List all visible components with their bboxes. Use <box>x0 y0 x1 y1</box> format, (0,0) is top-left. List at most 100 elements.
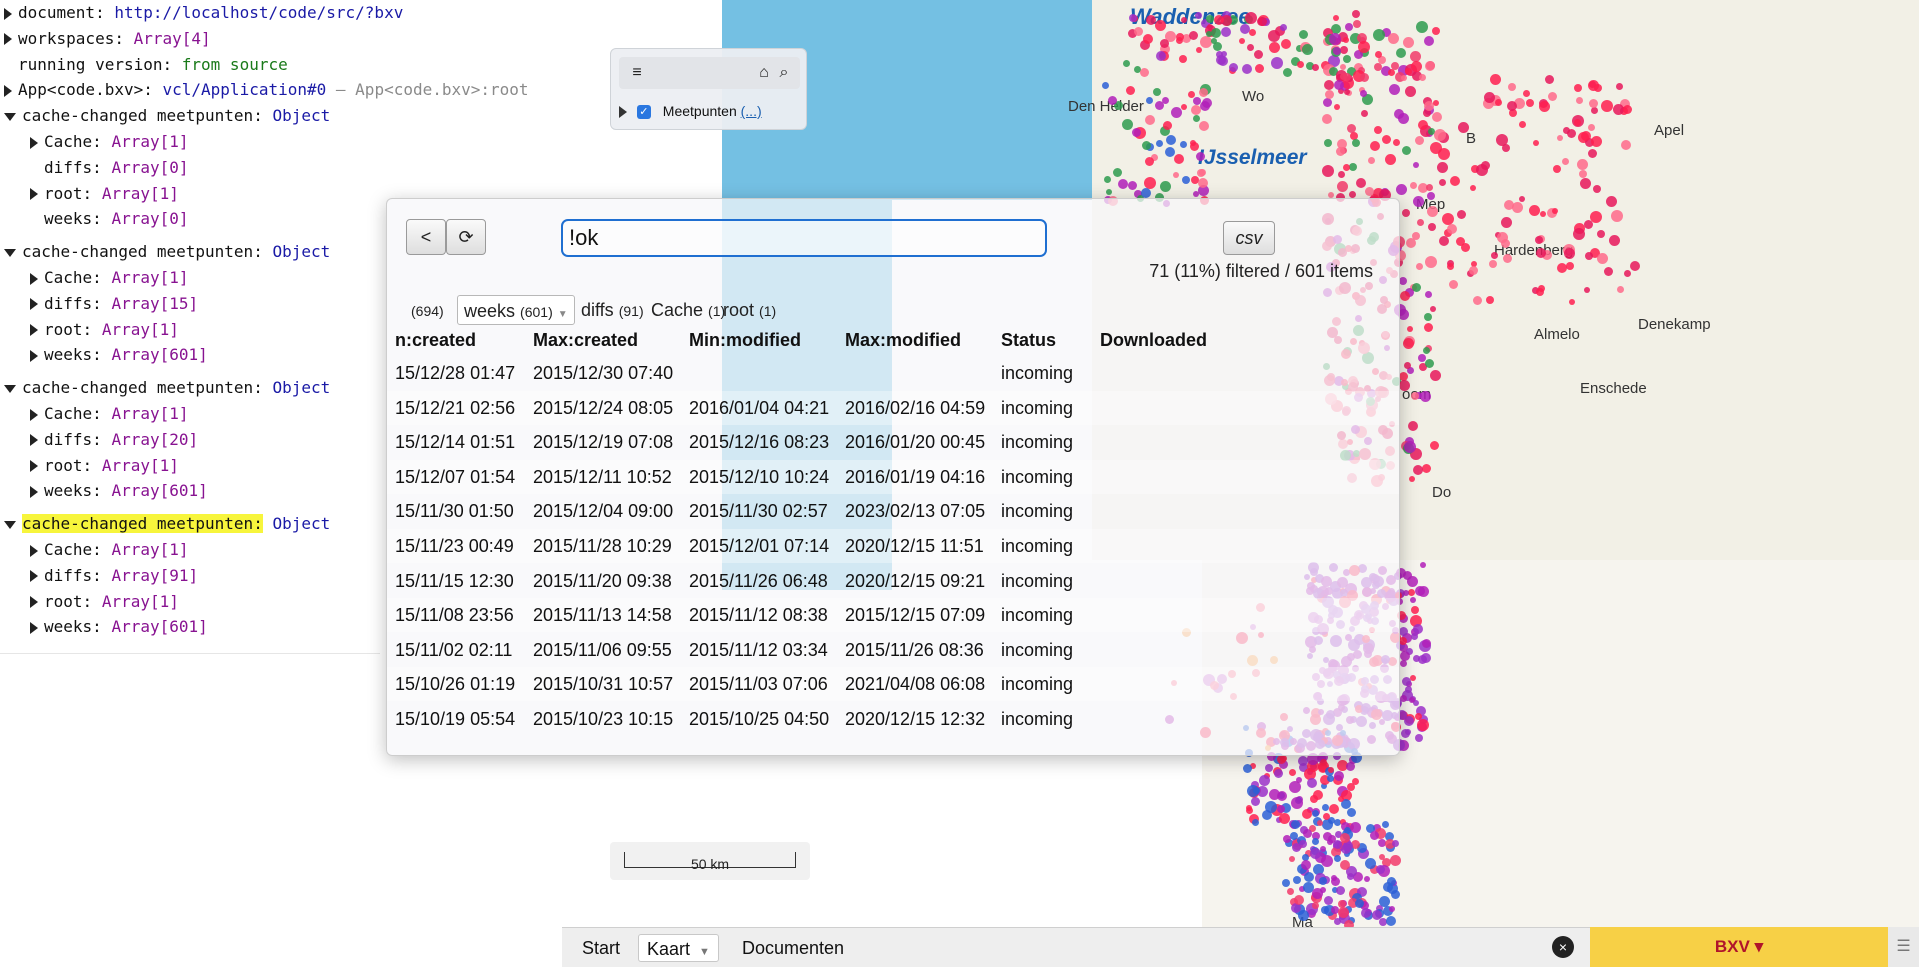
measurement-point[interactable] <box>1327 766 1334 773</box>
console-child[interactable]: diffs: Array[0] <box>30 156 189 180</box>
measurement-point[interactable] <box>1287 887 1294 895</box>
measurement-point[interactable] <box>1332 46 1341 55</box>
column-header[interactable]: Max:modified <box>845 325 961 355</box>
measurement-point[interactable] <box>1323 97 1333 107</box>
measurement-point[interactable] <box>1401 676 1411 686</box>
measurement-point[interactable] <box>1198 121 1209 132</box>
measurement-point[interactable] <box>1590 210 1603 223</box>
measurement-point[interactable] <box>1381 134 1391 144</box>
expand-icon[interactable] <box>30 324 38 337</box>
measurement-point[interactable] <box>1391 839 1399 847</box>
measurement-point[interactable] <box>1126 85 1136 95</box>
measurement-point[interactable] <box>1262 809 1273 820</box>
measurement-point[interactable] <box>1320 905 1329 914</box>
measurement-point[interactable] <box>1468 266 1478 276</box>
measurement-point[interactable] <box>1536 247 1547 258</box>
measurement-point[interactable] <box>1448 279 1458 289</box>
console-child[interactable]: diffs: Array[91] <box>30 564 198 588</box>
measurement-point[interactable] <box>1336 181 1348 193</box>
measurement-point[interactable] <box>1535 235 1544 244</box>
measurement-point[interactable] <box>1588 123 1596 131</box>
measurement-point[interactable] <box>1442 212 1454 225</box>
measurement-point[interactable] <box>1399 650 1410 661</box>
console-value[interactable]: Array[15] <box>111 294 198 313</box>
measurement-point[interactable] <box>1293 895 1304 906</box>
measurement-point[interactable] <box>1297 909 1309 921</box>
table-row[interactable]: 15/12/21 02:56 2015/12/24 08:05 2016/01/04… <box>387 390 1399 425</box>
console-value[interactable]: Array[91] <box>111 566 198 585</box>
measurement-point[interactable] <box>1446 263 1454 270</box>
measurement-point[interactable] <box>1220 27 1231 38</box>
console-value[interactable]: http://localhost/code/src/?bxv <box>114 3 403 22</box>
dialog-tab[interactable]: Cache (1) <box>651 295 725 325</box>
measurement-point[interactable] <box>1375 50 1383 58</box>
measurement-point[interactable] <box>1400 728 1410 738</box>
console-line[interactable]: workspaces: Array[4] <box>4 27 211 51</box>
console-value[interactable]: Array[601] <box>111 617 207 636</box>
measurement-point[interactable] <box>1562 126 1570 134</box>
console-value[interactable]: Array[601] <box>111 481 207 500</box>
measurement-point[interactable] <box>1298 839 1307 848</box>
console-value[interactable]: Array[1] <box>111 132 188 151</box>
measurement-point[interactable] <box>1424 358 1434 368</box>
measurement-point[interactable] <box>1412 195 1424 207</box>
measurement-point[interactable] <box>1588 98 1598 108</box>
measurement-point[interactable] <box>1456 210 1466 220</box>
expand-icon[interactable] <box>4 7 12 20</box>
measurement-point[interactable] <box>1409 596 1416 603</box>
measurement-point[interactable] <box>1333 854 1341 862</box>
dialog-tab[interactable]: diffs (91) <box>581 295 644 325</box>
measurement-point[interactable] <box>1289 780 1302 793</box>
measurement-point[interactable] <box>1418 74 1426 82</box>
refresh-button[interactable]: ⟳ <box>446 219 486 255</box>
console-child[interactable]: Cache: Array[1] <box>30 538 189 562</box>
measurement-point[interactable] <box>1360 72 1370 82</box>
expand-icon[interactable] <box>30 596 38 609</box>
measurement-point[interactable] <box>1341 843 1352 854</box>
group-type[interactable]: Object <box>272 106 330 125</box>
measurement-point[interactable] <box>1532 139 1539 146</box>
expand-layer-icon[interactable] <box>619 106 627 119</box>
measurement-point[interactable] <box>1324 895 1334 905</box>
measurement-point[interactable] <box>1364 875 1371 882</box>
measurement-point[interactable] <box>1552 164 1561 173</box>
measurement-point[interactable] <box>1324 89 1334 99</box>
measurement-point[interactable] <box>1424 255 1437 268</box>
measurement-point[interactable] <box>1173 154 1184 165</box>
measurement-point[interactable] <box>1429 441 1439 451</box>
expand-icon[interactable] <box>30 485 38 498</box>
table-row[interactable]: 15/11/08 23:56 2015/11/13 14:58 2015/11/12… <box>387 598 1399 633</box>
measurement-point[interactable] <box>1368 156 1376 164</box>
measurement-point[interactable] <box>1630 260 1641 271</box>
measurement-point[interactable] <box>1343 919 1354 927</box>
measurement-point[interactable] <box>1321 819 1333 831</box>
measurement-point[interactable] <box>1142 34 1153 45</box>
measurement-point[interactable] <box>1190 139 1197 146</box>
measurement-point[interactable] <box>1344 88 1351 95</box>
console-value[interactable]: Array[0] <box>111 209 188 228</box>
measurement-point[interactable] <box>1469 184 1476 191</box>
measurement-point[interactable] <box>1399 290 1410 301</box>
measurement-point[interactable] <box>1103 176 1111 184</box>
measurement-point[interactable] <box>1303 828 1313 838</box>
measurement-point[interactable] <box>1473 295 1483 305</box>
expand-icon[interactable] <box>30 544 38 557</box>
measurement-point[interactable] <box>1309 795 1318 804</box>
expand-icon[interactable] <box>30 136 38 149</box>
expand-icon[interactable] <box>30 408 38 421</box>
console-value[interactable]: Array[4] <box>134 29 211 48</box>
measurement-point[interactable] <box>1228 62 1238 72</box>
measurement-point[interactable] <box>1300 859 1311 870</box>
dialog-tab[interactable]: (694) <box>411 295 444 325</box>
measurement-point[interactable] <box>1240 23 1251 34</box>
collapse-icon[interactable] <box>4 248 16 257</box>
measurement-point[interactable] <box>1296 61 1304 69</box>
console-value[interactable]: Array[1] <box>111 404 188 423</box>
measurement-point[interactable] <box>1398 626 1408 636</box>
column-header[interactable]: Min:modified <box>689 325 801 355</box>
measurement-point[interactable] <box>1163 120 1173 130</box>
expand-icon[interactable] <box>30 434 38 447</box>
column-header[interactable]: n:created <box>395 325 476 355</box>
table-row[interactable]: 15/11/23 00:49 2015/11/28 10:29 2015/12/01… <box>387 529 1399 563</box>
measurement-point[interactable] <box>1128 13 1137 22</box>
